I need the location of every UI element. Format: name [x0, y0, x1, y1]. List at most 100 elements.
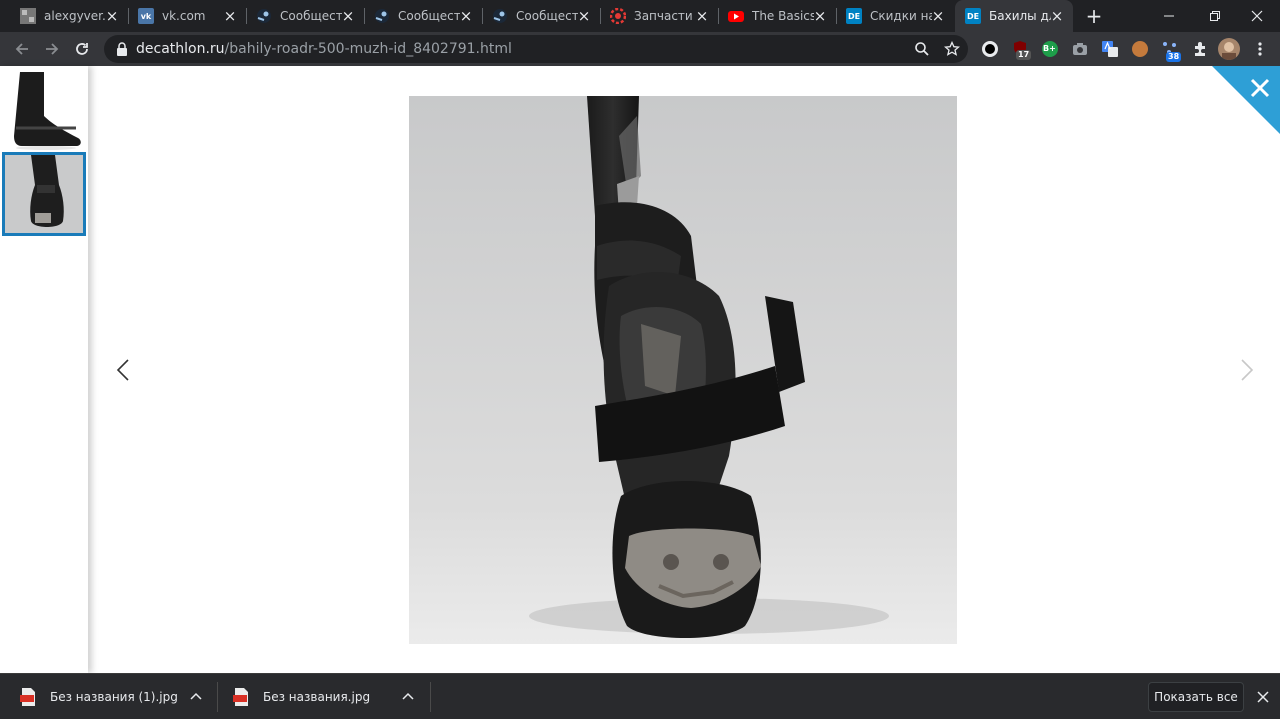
downloads-divider: [430, 682, 431, 712]
arrow-left-icon: [15, 43, 28, 55]
reload-button[interactable]: [70, 37, 94, 61]
bookmark-star-icon[interactable]: [944, 41, 960, 57]
chevron-up-icon: [190, 692, 202, 700]
tab-title: vk.com: [162, 9, 206, 23]
decathlon-icon: DE: [965, 8, 981, 24]
browser-toolbar: decathlon.ru/bahily-roadr-500-muzh-id_84…: [0, 32, 1280, 66]
close-icon: [1212, 66, 1280, 134]
close-icon: [1251, 10, 1263, 22]
next-image-button[interactable]: [1234, 356, 1258, 384]
thumbnail-1[interactable]: [2, 68, 86, 152]
product-image-viewer: − +: [0, 66, 1280, 673]
avatar-icon: [1222, 42, 1236, 60]
parts-icon: [610, 8, 626, 24]
lock-icon[interactable]: [116, 42, 128, 56]
downloads-bar: Без названия (1).jpg Без названия.jpg По…: [0, 673, 1280, 719]
thumbnail-rail: [0, 66, 88, 673]
tab-close-icon[interactable]: ×: [222, 8, 238, 24]
shoe-cover-side-image: [2, 68, 86, 152]
tab-steam-1[interactable]: Сообщество ×: [246, 0, 364, 32]
tab-alexgyver[interactable]: alexgyver.ru ×: [10, 0, 128, 32]
download-filename: Без названия.jpg: [263, 690, 371, 704]
ublock-extension[interactable]: 17: [1012, 40, 1032, 60]
zoom-magnifier-icon[interactable]: [914, 41, 930, 57]
tab-close-icon[interactable]: ×: [694, 8, 710, 24]
steam-icon: [256, 8, 272, 24]
tab-title: Сообщество: [398, 9, 460, 23]
steam-icon: [492, 8, 508, 24]
tab-close-icon[interactable]: ×: [1049, 8, 1065, 24]
camera-icon: [1073, 43, 1087, 55]
profile-avatar[interactable]: [1218, 38, 1240, 60]
jpg-file-icon: [233, 688, 249, 706]
steam-icon: [374, 8, 390, 24]
tab-close-icon[interactable]: ×: [458, 8, 474, 24]
tab-decathlon-sale[interactable]: DE Скидки на ×: [836, 0, 954, 32]
tab-title: alexgyver.ru: [44, 9, 106, 23]
three-dots-vertical-icon: [1258, 42, 1262, 56]
translate-icon: [1102, 41, 1118, 57]
tab-vk[interactable]: vk vk.com ×: [128, 0, 246, 32]
forward-button[interactable]: [40, 37, 64, 61]
close-viewer-button[interactable]: [1212, 66, 1280, 134]
extensions-menu-button[interactable]: [1192, 41, 1208, 61]
tabs-extension[interactable]: 38: [1162, 40, 1182, 62]
tab-title: Скидки на: [870, 9, 932, 23]
tab-decathlon-active[interactable]: DE Бахилы для ×: [955, 0, 1073, 32]
download-1-menu-button[interactable]: [188, 689, 204, 705]
show-all-downloads-button[interactable]: Показать все: [1148, 682, 1244, 712]
back-button[interactable]: [10, 37, 34, 61]
restore-icon: [1210, 11, 1220, 21]
tab-youtube[interactable]: The Basics c ×: [718, 0, 836, 32]
tab-strip: alexgyver.ru × vk vk.com × Сообщество × …: [0, 0, 1280, 32]
tab-parts[interactable]: Запчасти д ×: [600, 0, 718, 32]
vk-icon: vk: [138, 8, 154, 24]
download-item-1[interactable]: Без названия (1).jpg: [20, 674, 178, 720]
tab-steam-3[interactable]: Сообщество ×: [482, 0, 600, 32]
cookie-extension-icon[interactable]: [1132, 41, 1148, 57]
thumbnail-2-selected[interactable]: [2, 152, 86, 236]
chevron-left-icon: [116, 359, 129, 381]
url-path: /bahily-roadr-500-muzh-id_8402791.html: [224, 41, 512, 57]
close-downloads-bar-button[interactable]: [1254, 688, 1272, 706]
reload-icon: [76, 43, 88, 55]
translate-extension[interactable]: [1102, 41, 1118, 61]
ublock-badge: 17: [1016, 50, 1032, 60]
tab-close-icon[interactable]: ×: [812, 8, 828, 24]
restore-button[interactable]: [1192, 0, 1238, 32]
close-window-button[interactable]: [1234, 0, 1280, 32]
tab-close-icon[interactable]: ×: [340, 8, 356, 24]
tab-steam-2[interactable]: Сообщество ×: [364, 0, 482, 32]
download-filename: Без названия (1).jpg: [50, 690, 178, 704]
main-product-image: − +: [409, 96, 957, 644]
download-item-2[interactable]: Без названия.jpg: [233, 674, 370, 720]
green-extension-icon[interactable]: B+: [1042, 41, 1058, 57]
url-domain: decathlon.ru: [136, 41, 225, 57]
shoe-cover-photo: [409, 96, 957, 644]
new-tab-button[interactable]: +: [1082, 4, 1106, 28]
shoe-cover-sole-image: [5, 155, 83, 233]
downloads-divider: [217, 682, 218, 712]
download-2-menu-button[interactable]: [400, 689, 416, 705]
address-bar[interactable]: decathlon.ru/bahily-roadr-500-muzh-id_84…: [104, 35, 968, 63]
decathlon-icon: DE: [846, 8, 862, 24]
chevron-up-icon: [402, 692, 414, 700]
puzzle-icon: [1195, 42, 1205, 56]
tab-close-icon[interactable]: ×: [104, 8, 120, 24]
screenshot-extension[interactable]: [1072, 41, 1088, 61]
jpg-file-icon: [20, 688, 36, 706]
url-text[interactable]: decathlon.ru/bahily-roadr-500-muzh-id_84…: [136, 35, 512, 63]
minimize-icon: [1164, 15, 1174, 17]
minimize-button[interactable]: [1146, 0, 1192, 32]
tabs-badge: 38: [1166, 52, 1182, 62]
browser-menu-button[interactable]: [1252, 41, 1268, 61]
tab-close-icon[interactable]: ×: [930, 8, 946, 24]
tab-title: Запчасти д: [634, 9, 696, 23]
extension-circle-icon[interactable]: [982, 41, 998, 57]
close-icon: [1257, 691, 1269, 703]
previous-image-button[interactable]: [112, 356, 136, 384]
green-extension-label: B+: [1043, 44, 1056, 53]
tab-close-icon[interactable]: ×: [576, 8, 592, 24]
arrow-right-icon: [46, 43, 59, 55]
tab-title: Сообщество: [516, 9, 578, 23]
